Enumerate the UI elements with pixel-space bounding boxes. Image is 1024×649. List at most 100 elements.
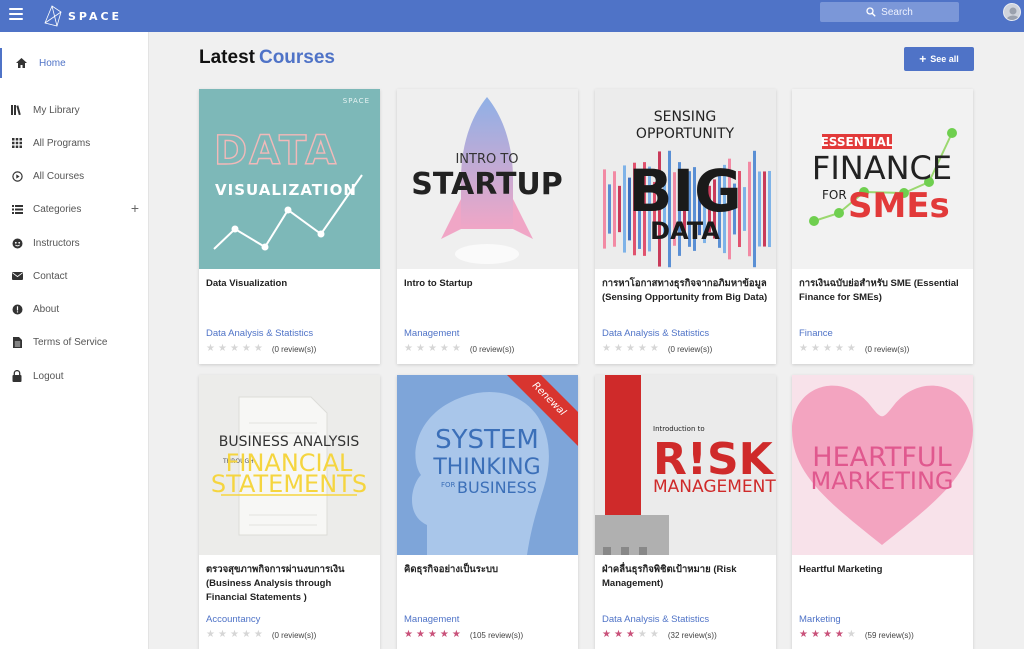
cover-title: SMEs	[848, 186, 950, 226]
sidebar-item-label: Logout	[33, 370, 64, 382]
sidebar-item-logout[interactable]: Logout	[0, 361, 149, 391]
cover-title: STATEMENTS	[211, 470, 367, 498]
search-input[interactable]: Search	[820, 2, 959, 22]
star-rating: ★ ★ ★ ★ ★	[602, 630, 659, 640]
star-icon: ★	[822, 343, 832, 354]
star-icon: ★	[217, 629, 227, 640]
course-rating: ★ ★ ★ ★ ★ (0 review(s))	[206, 344, 316, 354]
avatar[interactable]	[1003, 3, 1021, 21]
star-icon: ★	[229, 629, 239, 640]
cover-title: DATA	[214, 128, 338, 174]
course-cover: SENSING OPPORTUNITY BIG DATA	[595, 89, 776, 269]
search-label: Search	[881, 6, 913, 18]
logo[interactable]: SPACE	[40, 2, 122, 30]
sidebar-item-my-library[interactable]: My Library	[0, 95, 149, 125]
star-icon: ★	[404, 629, 413, 640]
review-count: (0 review(s))	[667, 344, 713, 354]
course-category[interactable]: Management	[404, 328, 459, 339]
course-title[interactable]: คิดธุรกิจอย่างเป็นระบบ	[404, 563, 572, 577]
course-category[interactable]: Data Analysis & Statistics	[602, 328, 709, 339]
sidebar-item-contact[interactable]: Contact	[0, 261, 149, 291]
course-card[interactable]: SYSTEM THINKING FOR BUSINESS Renewal คิด…	[397, 375, 578, 649]
cover-title: FINANCE	[812, 149, 952, 187]
star-icon: ★	[613, 629, 623, 640]
sidebar-item-home[interactable]: Home	[0, 48, 149, 78]
course-title[interactable]: Heartful Marketing	[799, 563, 967, 577]
cover-title: STARTUP	[411, 167, 563, 202]
document-icon	[10, 335, 24, 349]
course-card[interactable]: BUSINESS ANALYSIS THROUGH FINANCIAL STAT…	[199, 375, 380, 649]
sidebar-item-terms-of-service[interactable]: Terms of Service	[0, 327, 149, 357]
star-icon: ★	[602, 629, 611, 640]
sidebar-item-instructors[interactable]: Instructors	[0, 228, 149, 258]
course-card[interactable]: SPACE DATA VISUALIZATION Data Visualizat…	[199, 89, 380, 364]
review-count: (0 review(s))	[271, 344, 317, 354]
course-cover: INTRO TO STARTUP	[397, 89, 578, 269]
course-category[interactable]: Accountancy	[206, 614, 260, 625]
sidebar-item-label: My Library	[33, 104, 80, 116]
review-count: (0 review(s))	[271, 630, 317, 640]
course-card[interactable]: Introduction to R!SK MANAGEMENT ฝ่าคลื่น…	[595, 375, 776, 649]
course-card[interactable]: ESSENTIAL FINANCE FOR SMEs การเงินฉบับย่…	[792, 89, 973, 364]
cover-title: BUSINESS	[457, 478, 537, 497]
star-icon: ★	[451, 343, 461, 354]
course-cover: BUSINESS ANALYSIS THROUGH FINANCIAL STAT…	[199, 375, 380, 555]
star-rating: ★ ★ ★ ★ ★	[206, 344, 263, 354]
star-icon: ★	[404, 343, 413, 354]
course-category[interactable]: Management	[404, 614, 459, 625]
star-icon: ★	[834, 629, 844, 640]
course-category[interactable]: Finance	[799, 328, 833, 339]
page-title: Latest Courses	[199, 47, 335, 69]
star-icon: ★	[810, 343, 820, 354]
course-card[interactable]: INTRO TO STARTUP Intro to Startup Manage…	[397, 89, 578, 364]
cover-subtitle: BUSINESS ANALYSIS	[219, 434, 360, 450]
course-title[interactable]: Intro to Startup	[404, 277, 572, 291]
star-rating: ★ ★ ★ ★ ★	[799, 630, 856, 640]
course-title[interactable]: การเงินฉบับย่อสำหรับ SME (Essential Fina…	[799, 277, 967, 305]
user-icon	[1006, 7, 1020, 20]
sidebar-item-categories[interactable]: Categories +	[0, 194, 149, 224]
see-all-button[interactable]: + See all	[904, 47, 974, 71]
sidebar: Home My Library All Programs All Courses…	[0, 32, 149, 649]
star-rating: ★ ★ ★ ★ ★	[602, 344, 659, 354]
cover-title: SYSTEM	[435, 425, 539, 455]
decor-bar	[613, 171, 616, 247]
info-icon	[10, 302, 24, 316]
decor-bar	[748, 161, 751, 257]
cover-title: MARKETING	[811, 467, 954, 495]
logo-icon	[44, 5, 62, 27]
star-icon: ★	[846, 343, 856, 354]
star-icon: ★	[451, 629, 461, 640]
star-icon: ★	[253, 343, 263, 354]
star-icon: ★	[846, 629, 856, 640]
star-icon: ★	[799, 629, 808, 640]
course-category[interactable]: Marketing	[799, 614, 841, 625]
course-category[interactable]: Data Analysis & Statistics	[206, 328, 313, 339]
expand-plus-icon[interactable]: +	[131, 201, 139, 215]
menu-icon[interactable]	[9, 8, 23, 20]
star-icon: ★	[810, 629, 820, 640]
star-icon: ★	[834, 343, 844, 354]
sidebar-item-all-courses[interactable]: All Courses	[0, 161, 149, 191]
course-title[interactable]: การหาโอกาสทางธุรกิจจากอภิมหาข้อมูล (Sens…	[602, 277, 770, 305]
sidebar-item-about[interactable]: About	[0, 294, 149, 324]
star-icon: ★	[602, 343, 611, 354]
course-title[interactable]: Data Visualization	[206, 277, 374, 291]
decor-bar	[758, 171, 761, 247]
decor-bar	[623, 165, 626, 253]
sidebar-item-label: Categories	[33, 203, 82, 215]
instructor-icon	[10, 236, 24, 250]
star-rating: ★ ★ ★ ★ ★	[206, 630, 263, 640]
course-title[interactable]: ฝ่าคลื่นธุรกิจพิชิตเป้าหมาย (Risk Manage…	[602, 563, 770, 591]
decor-bar	[743, 187, 746, 231]
course-title[interactable]: ตรวจสุขภาพกิจการผ่านงบการเงิน (Business …	[206, 563, 374, 605]
course-category[interactable]: Data Analysis & Statistics	[602, 614, 709, 625]
star-icon: ★	[415, 343, 425, 354]
course-card[interactable]: SENSING OPPORTUNITY BIG DATA การหาโอกาสท…	[595, 89, 776, 364]
course-card[interactable]: HEARTFUL MARKETING Heartful Marketing Ma…	[792, 375, 973, 649]
cover-subtitle: SENSING	[654, 109, 717, 125]
sidebar-item-all-programs[interactable]: All Programs	[0, 128, 149, 158]
course-rating: ★ ★ ★ ★ ★ (0 review(s))	[404, 344, 514, 354]
home-icon	[14, 56, 28, 70]
star-rating: ★ ★ ★ ★ ★	[404, 630, 461, 640]
